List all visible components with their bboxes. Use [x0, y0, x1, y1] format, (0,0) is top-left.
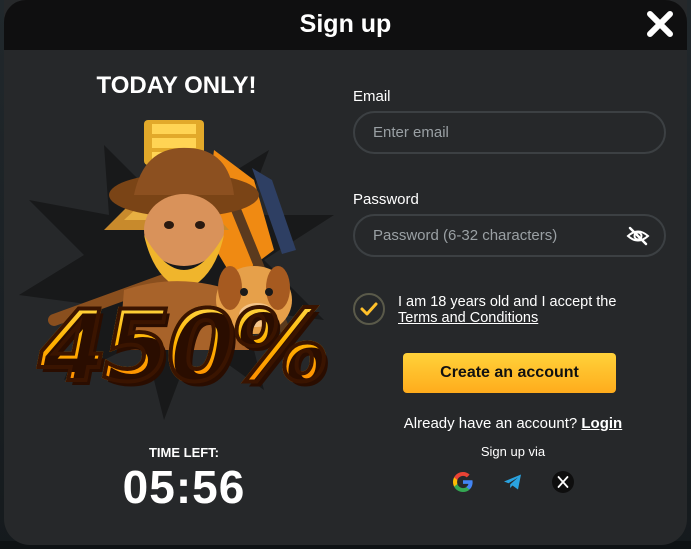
- password-field[interactable]: [373, 216, 613, 255]
- eye-slash-icon[interactable]: [626, 225, 650, 247]
- promo-panel: TODAY ONLY! 450% TIME LEFT: 05:56: [4, 50, 349, 545]
- promo-bonus: 450%: [22, 288, 342, 406]
- password-field-wrap: [353, 214, 666, 257]
- password-label: Password: [353, 191, 419, 208]
- create-account-button[interactable]: Create an account: [403, 353, 616, 393]
- modal-title: Sign up: [299, 10, 392, 38]
- terms-link[interactable]: Terms and Conditions: [398, 310, 538, 326]
- promo-headline: TODAY ONLY!: [96, 72, 257, 99]
- email-label: Email: [353, 88, 391, 105]
- email-field[interactable]: [373, 113, 613, 152]
- check-icon: [360, 302, 378, 316]
- login-prompt: Already have an account?: [403, 415, 578, 432]
- consent-text: I am 18 years old and I accept the Terms…: [398, 294, 616, 326]
- timer-value: 05:56: [122, 461, 246, 513]
- login-row: Already have an account? Login: [353, 415, 673, 432]
- telegram-icon[interactable]: [501, 470, 525, 494]
- modal-header: Sign up: [4, 0, 687, 50]
- consent-checkbox[interactable]: [353, 293, 385, 325]
- close-icon[interactable]: [645, 9, 675, 39]
- timer-label: TIME LEFT:: [148, 445, 220, 460]
- x-icon[interactable]: [551, 470, 575, 494]
- consent-label: I am 18 years old and I accept the: [398, 294, 617, 310]
- signup-modal: Sign up TODAY ONLY! 450% TIME LEFT: 05:5…: [4, 0, 687, 545]
- google-icon[interactable]: [451, 470, 475, 494]
- email-field-wrap: [353, 111, 666, 154]
- signup-via-label: Sign up via: [480, 444, 546, 459]
- login-link[interactable]: Login: [581, 415, 622, 432]
- signup-form: Email Password I am 18 years old and I a…: [353, 50, 673, 545]
